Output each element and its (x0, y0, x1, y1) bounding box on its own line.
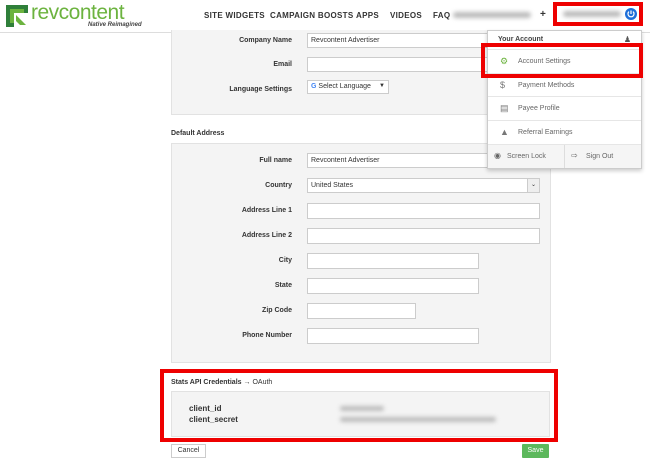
default-address-title: Default Address (171, 130, 225, 137)
document-icon: ▤ (500, 103, 509, 113)
phone-number-label: Phone Number (242, 332, 292, 339)
sign-out-button[interactable]: ⇨ Sign Out (565, 145, 641, 168)
email-input[interactable] (307, 57, 492, 72)
city-label: City (278, 257, 292, 264)
sign-out-icon: ⇨ (571, 151, 578, 160)
address-line-2-input[interactable] (307, 228, 540, 244)
client-secret-label: client_secret (189, 415, 238, 424)
language-settings-label: Language Settings (229, 86, 292, 93)
api-oauth-text: OAuth (252, 379, 273, 386)
brand-tagline: Native Reimagined (88, 22, 142, 28)
dropdown-footer: ◉ Screen Lock ⇨ Sign Out (488, 144, 641, 168)
address-line-1-label: Address Line 1 (241, 207, 292, 214)
dropdown-header: Your Account (498, 36, 544, 43)
chevron-down-icon: ⌄ (527, 179, 539, 192)
state-label: State (274, 282, 292, 289)
dropdown-item-label: Referral Earnings (518, 129, 573, 136)
state-input[interactable] (307, 278, 479, 294)
nav-videos[interactable]: VIDEOS (390, 11, 422, 20)
google-g-icon: G (311, 83, 317, 90)
company-name-label: Company Name (239, 37, 292, 44)
dollar-icon: $ (500, 80, 506, 90)
add-button[interactable]: + (540, 9, 546, 20)
language-select-value: Select Language (318, 83, 371, 90)
country-select[interactable]: United States ⌄ (307, 178, 540, 193)
blurred-balance (453, 12, 531, 18)
api-credentials-title: Stats API Credentials → OAuth (171, 379, 272, 386)
api-title-text: Stats API Credentials (171, 379, 242, 386)
power-icon[interactable] (625, 8, 637, 20)
address-line-2-label: Address Line 2 (241, 232, 292, 239)
top-navbar: revcontent Native Reimagined SITE WIDGET… (0, 0, 650, 33)
revcontent-logo[interactable]: revcontent Native Reimagined (6, 1, 156, 31)
address-line-1-input[interactable] (307, 203, 540, 219)
nav-campaign-boosts[interactable]: CAMPAIGN BOOSTS (270, 11, 353, 20)
screen-lock-label: Screen Lock (507, 153, 546, 160)
country-select-value: United States (311, 182, 354, 189)
client-secret-value (340, 417, 496, 422)
account-settings-highlight-box (481, 43, 643, 78)
screen-lock-button[interactable]: ◉ Screen Lock (488, 145, 565, 168)
dropdown-item-label: Payee Profile (518, 105, 560, 112)
company-name-input[interactable]: Revcontent Advertiser (307, 33, 492, 48)
dropdown-item-payee-profile[interactable]: ▤ Payee Profile (488, 96, 641, 120)
megaphone-icon: ▲ (500, 127, 509, 137)
zip-code-label: Zip Code (262, 307, 292, 314)
nav-faq[interactable]: FAQ (433, 11, 450, 20)
dropdown-item-label: Payment Methods (518, 82, 575, 89)
chevron-down-icon: ▼ (379, 83, 385, 89)
nav-apps[interactable]: APPS (356, 11, 379, 20)
blurred-username[interactable] (563, 11, 621, 17)
country-label: Country (265, 182, 292, 189)
email-label: Email (273, 61, 292, 68)
dropdown-item-referral-earnings[interactable]: ▲ Referral Earnings (488, 120, 641, 144)
account-info-panel: Company Name Revcontent Advertiser Email… (171, 30, 492, 115)
client-id-label: client_id (189, 404, 222, 413)
cancel-button[interactable]: Cancel (171, 444, 206, 458)
nav-site-widgets[interactable]: SITE WIDGETS (204, 11, 265, 20)
lock-icon: ◉ (494, 151, 501, 160)
client-id-value (340, 406, 384, 411)
save-button[interactable]: Save (522, 444, 549, 458)
default-address-panel: Full name Revcontent Advertiser Country … (171, 143, 551, 363)
api-credentials-panel: client_id client_secret (171, 391, 550, 437)
zip-code-input[interactable] (307, 303, 416, 319)
api-arrow: → (243, 379, 251, 386)
full-name-label: Full name (259, 157, 292, 164)
logo-arrow-icon (6, 5, 28, 27)
city-input[interactable] (307, 253, 479, 269)
phone-number-input[interactable] (307, 328, 479, 344)
sign-out-label: Sign Out (586, 153, 614, 160)
language-select[interactable]: G Select Language ▼ (307, 80, 389, 94)
